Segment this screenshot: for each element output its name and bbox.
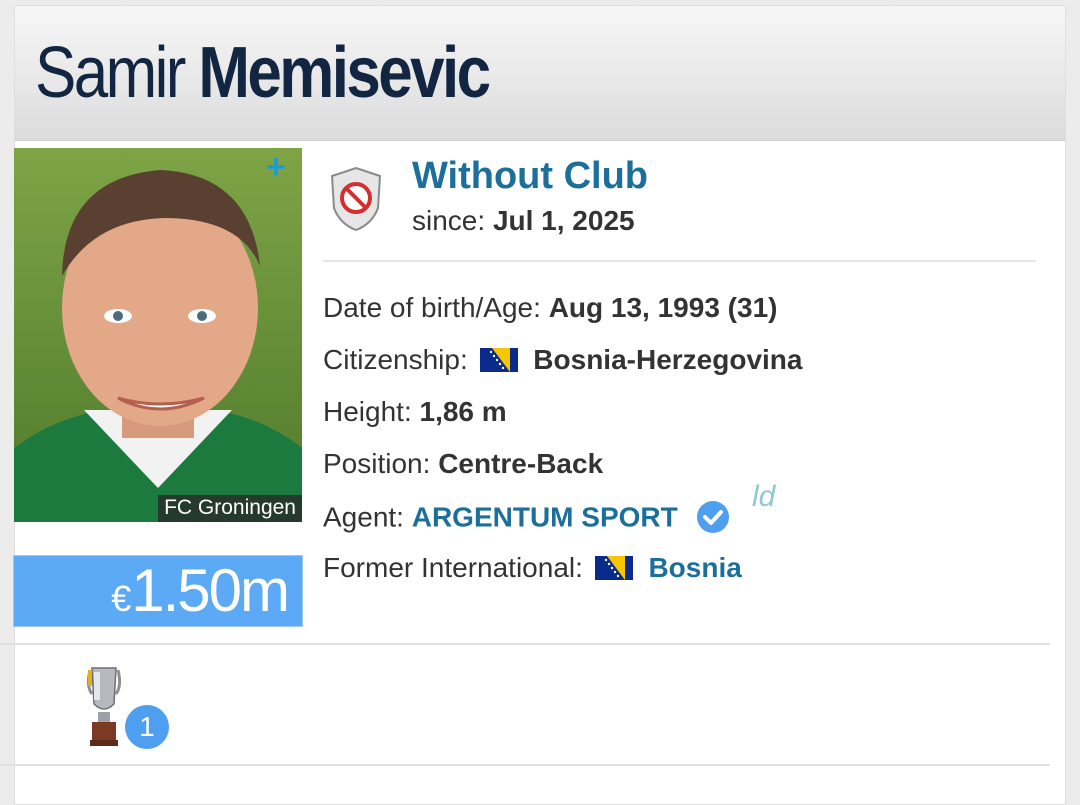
player-first-name: Samir bbox=[35, 33, 186, 113]
bosnia-flag-icon bbox=[594, 555, 633, 580]
trophy-count-badge: 1 bbox=[125, 705, 169, 749]
agent-badge-text: ld bbox=[752, 480, 776, 513]
position-row: Position: Centre-Back bbox=[323, 448, 603, 480]
agent-label: Agent: bbox=[323, 501, 404, 533]
club-name-link[interactable]: Without Club bbox=[412, 155, 648, 198]
since-value: Jul 1, 2025 bbox=[492, 205, 635, 236]
bosnia-flag-icon bbox=[479, 347, 518, 372]
player-photo[interactable]: FC Groningen bbox=[14, 148, 302, 522]
citizenship-row: Citizenship: Bosnia-Herzegovina bbox=[323, 344, 802, 376]
former-international-row: Former International: Bosnia bbox=[323, 552, 742, 584]
height-label: Height: bbox=[323, 396, 412, 427]
position-value: Centre-Back bbox=[438, 448, 604, 479]
agent-link[interactable]: ARGENTUM SPORT bbox=[412, 501, 678, 532]
player-portrait-image bbox=[14, 148, 302, 522]
dob-row: Date of birth/Age: Aug 13, 1993 (31) bbox=[323, 292, 777, 324]
trophy-icon[interactable] bbox=[84, 664, 124, 748]
dob-label: Date of birth/Age: bbox=[323, 292, 541, 323]
former-international-link[interactable]: Bosnia bbox=[648, 552, 741, 583]
club-since: since: Jul 1, 2025 bbox=[412, 205, 635, 237]
player-name: Samir Memisevic bbox=[35, 28, 491, 118]
height-value: 1,86 m bbox=[419, 396, 507, 427]
since-label: since: bbox=[412, 205, 486, 236]
club-divider bbox=[323, 260, 1036, 262]
citizenship-value: Bosnia-Herzegovina bbox=[533, 344, 803, 375]
photo-club-caption: FC Groningen bbox=[158, 495, 302, 522]
verified-check-icon bbox=[696, 501, 729, 533]
section-divider bbox=[0, 643, 1050, 645]
player-header: Samir Memisevic bbox=[15, 6, 1065, 141]
market-value-amount: 1.50m bbox=[131, 557, 290, 624]
market-value-currency: € bbox=[111, 578, 132, 619]
no-club-shield-icon bbox=[330, 166, 382, 232]
add-photo-plus-icon[interactable]: + bbox=[266, 150, 286, 184]
citizenship-label: Citizenship: bbox=[323, 344, 468, 375]
agent-row: Agent: ARGENTUM SPORT bbox=[323, 500, 730, 538]
height-row: Height: 1,86 m bbox=[323, 396, 507, 428]
dob-value: Aug 13, 1993 (31) bbox=[548, 292, 778, 323]
market-value-box[interactable]: €1.50m bbox=[13, 555, 303, 627]
former-international-label: Former International: bbox=[323, 552, 583, 583]
player-last-name: Memisevic bbox=[198, 33, 491, 113]
position-label: Position: bbox=[323, 448, 431, 479]
section-divider-bottom bbox=[0, 764, 1050, 766]
